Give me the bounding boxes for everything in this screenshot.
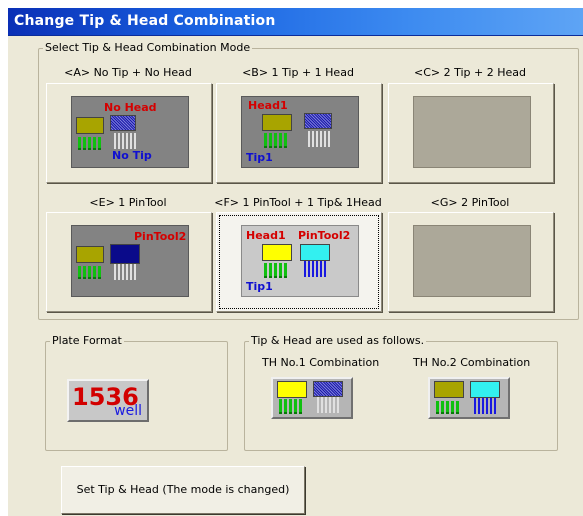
empty-head-block-icon (76, 246, 104, 263)
plate-format-group: Plate Format 1536 well (45, 334, 228, 451)
mode-f-button[interactable]: Head1 PinTool2 Tip1 (216, 212, 382, 312)
tip-block-icon (313, 381, 343, 397)
empty-tip-pins-icon (78, 266, 101, 279)
mode-f-head-label: Head1 (246, 229, 286, 242)
empty-pins-icon (308, 131, 330, 147)
mode-b-label: <B> 1 Tip + 1 Head (242, 66, 354, 79)
plate-format-image: 1536 well (67, 379, 149, 422)
tip1-pins-icon (264, 263, 287, 278)
plate-format-legend: Plate Format (50, 334, 124, 347)
mode-a-no-tip-label: No Tip (112, 149, 152, 162)
empty-tip-block-icon (110, 115, 136, 131)
mode-g-image (413, 225, 531, 297)
th2-combination-image (428, 377, 510, 419)
mode-f-label: <F> 1 PinTool + 1 Tip& 1Head (214, 196, 382, 209)
plate-well-unit: well (114, 403, 142, 419)
mode-f-pintool-label: PinTool2 (298, 229, 351, 242)
mode-f-image: Head1 PinTool2 Tip1 (241, 225, 359, 297)
mode-c-image (413, 96, 531, 168)
set-tip-head-button[interactable]: Set Tip & Head (The mode is changed) (61, 466, 305, 514)
mode-e-button[interactable]: PinTool2 (46, 212, 212, 312)
th2-pintool-pins-icon (474, 398, 496, 414)
mode-b-image: Head1 Tip1 (241, 96, 359, 168)
head-pins-icon (114, 133, 136, 149)
th2-combination-label: TH No.2 Combination (413, 356, 531, 369)
head1-block-icon (262, 114, 292, 131)
tip-head-usage-legend: Tip & Head are used as follows. (249, 334, 427, 347)
head-block-icon (277, 381, 307, 398)
dialog-window: Change Tip & Head Combination Select Tip… (0, 0, 583, 516)
head1-block-icon (262, 244, 292, 261)
mode-e-image: PinTool2 (71, 225, 189, 297)
mode-group-legend: Select Tip & Head Combination Mode (43, 41, 253, 54)
pintool2-block-icon (110, 244, 140, 264)
pintool2-pins-icon (114, 264, 136, 280)
empty-head-block-icon (76, 117, 104, 134)
th2-tip-pins-icon (436, 401, 459, 414)
mode-a-label: <A> No Tip + No Head (64, 66, 192, 79)
pintool2-block-icon (300, 244, 330, 261)
mode-a-no-head-label: No Head (104, 101, 157, 114)
mode-b-tip-label: Tip1 (246, 151, 273, 164)
head-block-icon (434, 381, 464, 398)
empty-tip-block-icon (304, 113, 332, 129)
mode-e-pintool-label: PinTool2 (134, 230, 187, 243)
head1-pins-icon (264, 133, 287, 148)
window-title: Change Tip & Head Combination (14, 13, 276, 29)
mode-a-image: No Head No Tip (71, 96, 189, 168)
tip-pins-icon (78, 137, 101, 150)
th1-head-pins-icon (317, 397, 339, 413)
mode-g-button[interactable] (388, 212, 554, 312)
mode-c-button[interactable] (388, 83, 554, 183)
pintool2-pins-icon (304, 261, 326, 277)
mode-a-button[interactable]: No Head No Tip (46, 83, 212, 183)
mode-g-label: <G> 2 PinTool (430, 196, 510, 209)
th1-combination-label: TH No.1 Combination (262, 356, 380, 369)
dialog-client: Select Tip & Head Combination Mode <A> N… (8, 36, 583, 516)
mode-b-button[interactable]: Head1 Tip1 (216, 83, 382, 183)
pintool-block-icon (470, 381, 500, 398)
title-bar[interactable]: Change Tip & Head Combination (8, 8, 583, 36)
th1-tip-pins-icon (279, 399, 302, 414)
th1-combination-image (271, 377, 353, 419)
mode-c-label: <C> 2 Tip + 2 Head (414, 66, 526, 79)
mode-b-head-label: Head1 (248, 99, 288, 112)
mode-e-label: <E> 1 PinTool (89, 196, 167, 209)
mode-f-tip-label: Tip1 (246, 280, 273, 293)
